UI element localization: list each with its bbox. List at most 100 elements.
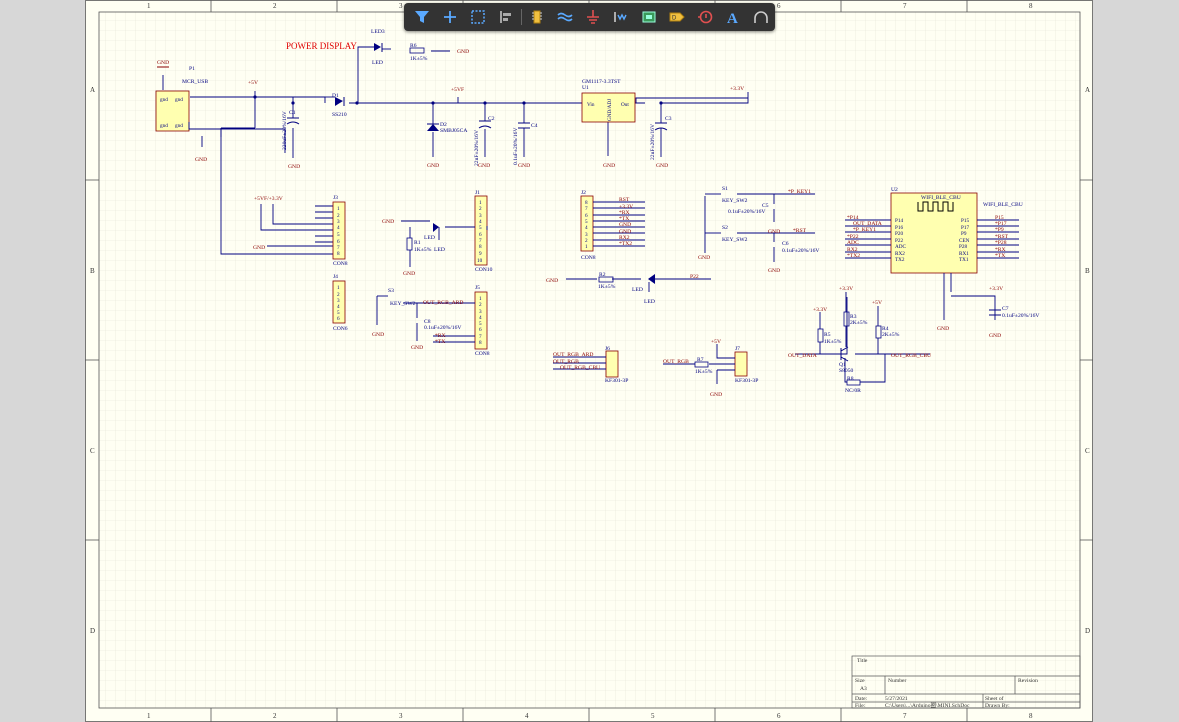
cross-probe-button[interactable] (436, 4, 464, 30)
connector-j7[interactable] (734, 351, 748, 377)
zone-row-label: A (90, 86, 95, 94)
svg-text:TX2: TX2 (895, 257, 905, 263)
svg-text:P20: P20 (895, 231, 903, 237)
align-icon (500, 11, 511, 23)
led2-label: LED (644, 299, 655, 305)
r6-designator: R6 (410, 43, 417, 49)
place-arc-button[interactable] (747, 4, 775, 30)
p33v-net-label: +3.3V (730, 86, 744, 92)
p22-net-label: P22 (690, 274, 699, 280)
s1-designator: S1 (722, 186, 728, 192)
r5-designator: R5 (824, 332, 831, 338)
align-button[interactable] (492, 4, 520, 30)
power-display-title: POWER DISPLAY (286, 41, 357, 51)
place-part-button[interactable] (523, 4, 551, 30)
c7-value: 0.1uF±20%/16V (1002, 313, 1039, 319)
key1-net-label: *P_KEY1 (788, 189, 811, 195)
no-erc-button[interactable] (691, 4, 719, 30)
j7-designator: J7 (735, 346, 740, 352)
j6-net-label: OUT_RGB_ARD (553, 352, 593, 358)
svg-text:6: 6 (337, 316, 340, 322)
j2-net-label: RST (619, 197, 630, 203)
gnd-net-label: GND (989, 333, 1001, 339)
zone-row-label: B (90, 267, 95, 275)
gnd-net-label: GND (478, 163, 490, 169)
u2-label: WIFI_BLE_CBU (983, 202, 1023, 208)
u1-designator: U1 (582, 85, 589, 91)
select-area-button[interactable] (464, 4, 492, 30)
c4-designator: C4 (531, 123, 538, 129)
u1-pin-vin: Vin (587, 102, 595, 108)
place-text-button[interactable]: A (719, 4, 747, 30)
svg-text:4: 4 (337, 225, 340, 231)
filter-button[interactable] (408, 4, 436, 30)
rgb-cbu-net-label: OUT_RGB_CBU (891, 353, 931, 359)
p5v-net-label: +5V (711, 339, 721, 345)
d1-designator: D1 (332, 93, 339, 99)
zone-row-label: C (1085, 447, 1090, 455)
tx-net-label: *TX (435, 339, 445, 345)
zone-col-label: 8 (1029, 712, 1033, 720)
s3-value[interactable]: KEY_SW2 (390, 301, 416, 307)
bus-icon (557, 12, 573, 22)
s2-value[interactable]: KEY_SW2 (722, 237, 748, 243)
c1-value: 220uF±20%/16V (282, 111, 288, 150)
j6-name: KF301-3P (605, 378, 628, 384)
place-port-button[interactable]: D (663, 4, 691, 30)
zone-col-label: 6 (777, 712, 781, 720)
gnd-net-label: GND (157, 60, 169, 66)
svg-text:2: 2 (479, 302, 482, 308)
place-sheet-button[interactable] (635, 4, 663, 30)
s1-value[interactable]: KEY_SW2 (722, 198, 748, 204)
zone-col-label: 1 (147, 712, 151, 720)
led3-designator: LED3 (371, 29, 385, 35)
zone-row-label: D (90, 627, 95, 635)
led3-value: LED (372, 60, 383, 66)
gnd-net-label: GND (768, 268, 780, 274)
port-icon: D (669, 12, 685, 22)
gnd-net-label: GND (546, 278, 558, 284)
svg-text:8: 8 (479, 340, 482, 346)
toolbar-separator (521, 9, 522, 25)
place-gnd-button[interactable] (579, 4, 607, 30)
j2-net-label: *TX2 (619, 241, 632, 247)
zone-col-label: 3 (399, 2, 403, 10)
usb-name: MCR_USB (182, 79, 208, 85)
p5v-net-label: +5V (248, 80, 258, 86)
svg-text:*P28: *P28 (995, 240, 1007, 246)
c8-value: 0.1uF±20%/16V (424, 325, 461, 331)
crosshair-icon (444, 11, 456, 23)
gnd-net-label: GND (411, 345, 423, 351)
svg-text:A: A (727, 11, 738, 26)
d1-value: SS210 (332, 112, 347, 118)
net-label-button[interactable] (607, 4, 635, 30)
connector-j6[interactable] (605, 350, 619, 378)
size-value: A3 (860, 686, 867, 692)
no-erc-icon (698, 10, 713, 24)
svg-text:*P9: *P9 (995, 227, 1004, 233)
gnd-net-label: GND (195, 157, 207, 163)
place-bus-button[interactable] (551, 4, 579, 30)
usb-pin: gnd (175, 97, 183, 103)
j4-designator: J4 (333, 274, 338, 280)
j7-name: KF301-3P (735, 378, 758, 384)
gnd-net-label: GND (382, 219, 394, 225)
gnd-net-label: GND (603, 163, 615, 169)
c6-designator: C6 (782, 241, 789, 247)
zone-col-label: 7 (903, 2, 907, 10)
gnd-net-label: GND (457, 49, 469, 55)
c1-designator: C1 (289, 110, 296, 116)
led2-label: LED (632, 287, 643, 293)
drawn-label: Drawn By: (985, 703, 1010, 709)
s2-designator: S2 (722, 225, 728, 231)
j2-name: CON8 (581, 255, 596, 261)
svg-text:9: 9 (479, 251, 482, 257)
c2-value: 22uF±20%/16V (474, 130, 480, 166)
c2-designator: C2 (488, 116, 495, 122)
j5-name: CON8 (475, 351, 490, 357)
svg-text:2: 2 (479, 206, 482, 212)
c3-designator: C3 (665, 116, 672, 122)
j2-net-label: GND (619, 222, 631, 228)
schematic-canvas[interactable]: 1 2 3 4 5 6 7 8 1 2 3 4 5 6 7 8 A B C D … (85, 0, 1093, 722)
schematic-sheet[interactable]: 1 2 3 4 5 6 7 8 1 2 3 4 5 6 7 8 A B C D … (85, 0, 1093, 722)
